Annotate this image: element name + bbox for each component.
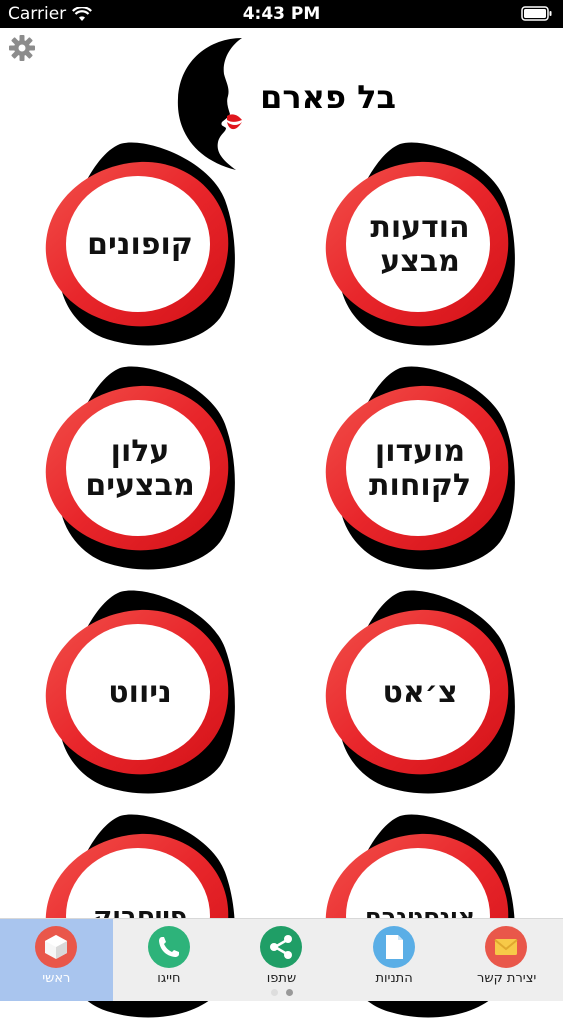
page-dot[interactable] (285, 989, 293, 996)
home-cube-icon (35, 926, 77, 968)
share-icon (260, 926, 303, 968)
status-time: 4:43 PM (242, 4, 321, 24)
tab-label: יצירת קשר (477, 971, 537, 986)
tab-label: חייגו (157, 971, 181, 986)
logo-text: בל פארם (260, 78, 396, 116)
mail-icon (485, 926, 528, 968)
tab-label: התניות (375, 971, 413, 986)
tile-promo-flyer[interactable]: עלון מבצעים (40, 364, 240, 574)
tile-chat[interactable]: צ׳אט (320, 588, 520, 798)
gear-icon[interactable] (8, 34, 36, 62)
tile-navigation[interactable]: ניווט (40, 588, 240, 798)
tile-label: עלון מבצעים (85, 434, 195, 503)
tile-label: הודעות מבצע (370, 210, 470, 279)
page-indicator[interactable] (0, 989, 563, 996)
tile-label: מועדון לקוחות (369, 434, 471, 503)
tile-customer-club[interactable]: מועדון לקוחות (320, 364, 520, 574)
phone-icon (147, 926, 190, 968)
status-bar: Carrier 4:43 PM (0, 0, 563, 28)
tile-coupons[interactable]: קופונים (40, 140, 240, 350)
tab-label: שתפו (266, 971, 297, 986)
tile-label: ניווט (108, 675, 172, 710)
tile-label: קופונים (87, 227, 193, 262)
tab-label: ראשי (42, 971, 71, 986)
battery-icon (521, 6, 553, 26)
tile-sale-messages[interactable]: הודעות מבצע (320, 140, 520, 350)
document-icon (372, 926, 415, 968)
tile-label: צ׳אט (382, 675, 458, 710)
page-dot[interactable] (270, 989, 278, 996)
